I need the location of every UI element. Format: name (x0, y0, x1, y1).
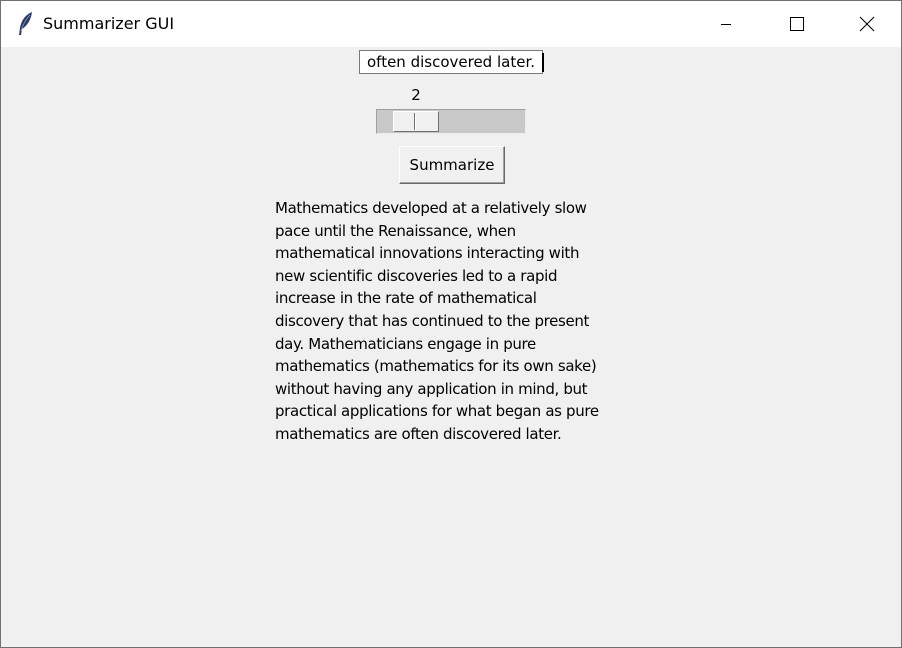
summary-line: mathematics (mathematics for its own sak… (275, 357, 597, 376)
text-entry[interactable] (359, 50, 543, 74)
close-button[interactable] (833, 1, 901, 47)
text-cursor (542, 53, 544, 72)
maximize-icon (790, 17, 804, 31)
minimize-icon (721, 24, 731, 25)
summarize-button[interactable]: Summarize (399, 146, 505, 184)
window-title: Summarizer GUI (43, 14, 175, 33)
summary-line: increase in the rate of mathematical (275, 289, 537, 308)
feather-icon (15, 11, 35, 37)
scale-slider-handle[interactable] (393, 111, 439, 132)
summary-line: Mathematics developed at a relatively sl… (275, 199, 587, 217)
summary-line: discovery that has continued to the pres… (275, 311, 590, 330)
slider-groove (414, 113, 415, 130)
title-bar[interactable]: Summarizer GUI (1, 1, 901, 47)
summary-line: practical applications for what began as… (275, 402, 599, 421)
scale-value-label: 2 (411, 86, 421, 104)
summary-line: mathematics are often discovered later. (275, 424, 562, 443)
summary-line: mathematical innovations interacting wit… (275, 244, 580, 263)
summary-text: Mathematics developed at a relatively sl… (275, 197, 641, 446)
maximize-button[interactable] (763, 1, 831, 47)
summary-line: day. Mathematicians engage in pure (275, 334, 536, 353)
close-icon (859, 16, 875, 32)
summary-line: without having any application in mind, … (275, 379, 588, 398)
summary-line: new scientific discoveries led to a rapi… (275, 266, 558, 285)
minimize-button[interactable] (695, 1, 763, 47)
app-window: Summarizer GUI 2 Summarize Mathematics d… (0, 0, 902, 648)
summary-line: pace until the Renaissance, when (275, 221, 516, 240)
